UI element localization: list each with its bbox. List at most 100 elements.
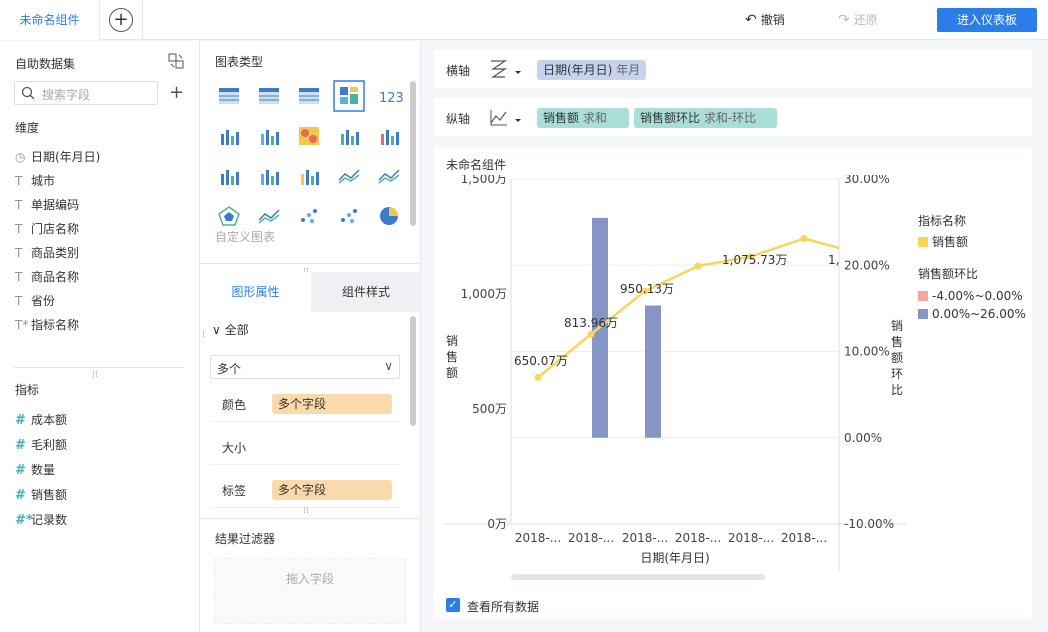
redo-button[interactable]: ↷ 还原 bbox=[838, 0, 878, 40]
property-row[interactable]: 颜色 多个字段 bbox=[210, 386, 400, 422]
x-axis-label: 横轴 bbox=[446, 64, 471, 78]
chart-type-option[interactable] bbox=[378, 206, 400, 226]
y-field-chip-sales[interactable]: 销售额 求和 bbox=[537, 108, 629, 128]
y2-tick-label: 10.00% bbox=[844, 345, 890, 359]
text-field-icon: T bbox=[15, 222, 23, 236]
resize-handle[interactable]: ⁞⁞ bbox=[303, 506, 309, 516]
drag-handle-icon[interactable]: ⁞ bbox=[202, 330, 205, 340]
property-row[interactable]: 标签 多个字段 bbox=[210, 472, 400, 508]
chart-type-option[interactable] bbox=[298, 86, 320, 106]
multi-select[interactable]: 多个 ∨ bbox=[210, 355, 400, 379]
y-field-name: 销售额环比 bbox=[640, 111, 701, 125]
add-field-button[interactable]: + bbox=[169, 82, 184, 103]
chart-type-option[interactable] bbox=[258, 166, 280, 186]
measure-field[interactable]: # 销售额 bbox=[15, 485, 67, 505]
property-row[interactable]: 大小 bbox=[210, 429, 400, 465]
data-label: 650.07万 bbox=[514, 354, 568, 368]
tab-component-style[interactable]: 组件样式 bbox=[311, 272, 421, 312]
chart-type-option[interactable] bbox=[338, 126, 360, 146]
chevron-down-icon: ∨ bbox=[212, 323, 221, 337]
chart-type-option[interactable] bbox=[258, 126, 280, 146]
view-all-label[interactable]: 查看所有数据 bbox=[467, 598, 539, 615]
chart-type-option[interactable] bbox=[258, 86, 280, 106]
x-axis-title: 日期(年月日) bbox=[640, 551, 709, 565]
chart-type-option[interactable] bbox=[333, 80, 365, 112]
chevron-down-icon: ∨ bbox=[384, 359, 393, 373]
series-line bbox=[537, 237, 840, 379]
chart-type-option[interactable]: 123 bbox=[378, 86, 404, 106]
dimension-field[interactable]: ◷ 日期(年月日) bbox=[15, 147, 100, 167]
field-label: 成本额 bbox=[31, 413, 68, 427]
undo-button[interactable]: ↶ 撤销 bbox=[745, 0, 785, 40]
chart-type-option[interactable] bbox=[378, 166, 400, 186]
scrollbar[interactable] bbox=[410, 81, 416, 226]
measure-field[interactable]: # 毛利额 bbox=[15, 435, 67, 455]
tab-unnamed-component[interactable]: 未命名组件 bbox=[0, 0, 100, 40]
measure-field[interactable]: # 成本额 bbox=[15, 410, 67, 430]
axis-type-icon[interactable] bbox=[489, 107, 523, 130]
all-label: 全部 bbox=[224, 323, 249, 337]
chart-type-option[interactable] bbox=[258, 206, 280, 226]
scrollbar[interactable] bbox=[410, 316, 416, 426]
property-tabs: 图形属性 组件样式 bbox=[200, 272, 421, 312]
filter-drop-zone[interactable]: 拖入字段 bbox=[214, 558, 406, 624]
checkbox-icon[interactable]: ✓ bbox=[446, 598, 460, 612]
all-section[interactable]: ∨ 全部 bbox=[212, 321, 249, 338]
dimension-field[interactable]: T 商品名称 bbox=[15, 267, 79, 287]
redo-icon: ↷ bbox=[838, 12, 850, 28]
data-label: 950.13万 bbox=[620, 282, 674, 296]
chart-type-option[interactable] bbox=[218, 126, 240, 146]
search-field[interactable]: 搜索字段 bbox=[14, 81, 158, 105]
switch-dataset-icon[interactable] bbox=[168, 53, 184, 69]
x-tick-label: 2018-... bbox=[568, 531, 614, 545]
y2-axis-title-char: 额 bbox=[891, 351, 903, 365]
add-tab-button[interactable]: + bbox=[109, 8, 133, 32]
y-field-chip-ratio[interactable]: 销售额环比 求和-环比 bbox=[634, 108, 777, 128]
chart-horizontal-scrollbar[interactable] bbox=[511, 574, 765, 580]
measure-field[interactable]: #*记录数 bbox=[15, 510, 67, 530]
dimension-field[interactable]: T 单据编码 bbox=[15, 195, 79, 215]
axis-type-icon[interactable] bbox=[489, 59, 523, 82]
x-field-chip[interactable]: 日期(年月日) 年月 bbox=[537, 60, 647, 80]
text-field-icon: T bbox=[15, 174, 23, 188]
text-field-icon: T bbox=[15, 198, 23, 212]
property-label: 大小 bbox=[222, 441, 247, 455]
chart-type-option[interactable] bbox=[218, 166, 240, 186]
divider bbox=[14, 367, 184, 368]
measure-field[interactable]: # 数量 bbox=[15, 460, 55, 480]
chart-type-option[interactable] bbox=[298, 126, 320, 146]
enter-dashboard-button[interactable]: 进入仪表板 bbox=[937, 8, 1037, 32]
chart-type-option[interactable] bbox=[218, 206, 240, 226]
dimension-field[interactable]: T 城市 bbox=[15, 171, 55, 191]
resize-handle[interactable]: ⁞⁞ bbox=[92, 370, 98, 380]
dimension-field[interactable]: T* 指标名称 bbox=[15, 315, 79, 335]
left-panel: 自助数据集 搜索字段 + 维度 ◷ 日期(年月日) T 城市 T 单据编码 T 门店名称 T 商品… bbox=[0, 41, 200, 632]
property-value[interactable]: 多个字段 bbox=[272, 480, 392, 500]
chart-type-option[interactable] bbox=[298, 166, 320, 186]
tab-graphic-properties[interactable]: 图形属性 bbox=[200, 272, 311, 312]
chart-type-option[interactable] bbox=[218, 86, 240, 106]
legend-label: 0.00%~26.00% bbox=[932, 307, 1026, 321]
multi-select-value: 多个 bbox=[217, 362, 242, 376]
chart-type-option[interactable] bbox=[378, 126, 400, 146]
number-field-icon: # bbox=[15, 413, 26, 428]
property-label: 颜色 bbox=[222, 398, 247, 412]
y-axis-label: 纵轴 bbox=[446, 112, 471, 126]
undo-icon: ↶ bbox=[745, 12, 757, 28]
chart-type-option[interactable] bbox=[338, 206, 360, 226]
x-axis-bar: 横轴 日期(年月日) 年月 bbox=[434, 50, 1032, 88]
top-bar: 未命名组件 + ↶ 撤销 ↷ 还原 进入仪表板 bbox=[0, 0, 1048, 40]
dimension-field[interactable]: T 省份 bbox=[15, 291, 55, 311]
chart-type-option[interactable] bbox=[338, 166, 360, 186]
dimension-field[interactable]: T 门店名称 bbox=[15, 219, 79, 239]
number-field-icon: #* bbox=[15, 513, 33, 528]
number-chart-icon: 123 bbox=[379, 91, 404, 106]
y-axis-title-char: 额 bbox=[446, 366, 458, 380]
property-value[interactable]: 多个字段 bbox=[272, 394, 392, 414]
chart-type-option[interactable] bbox=[298, 206, 320, 226]
custom-chart-label[interactable]: 自定义图表 bbox=[215, 228, 275, 245]
dimension-field[interactable]: T 商品类别 bbox=[15, 243, 79, 263]
chart-type-title: 图表类型 bbox=[215, 55, 264, 69]
field-label: 城市 bbox=[31, 174, 56, 188]
y2-axis-title-char: 环 bbox=[891, 367, 903, 381]
